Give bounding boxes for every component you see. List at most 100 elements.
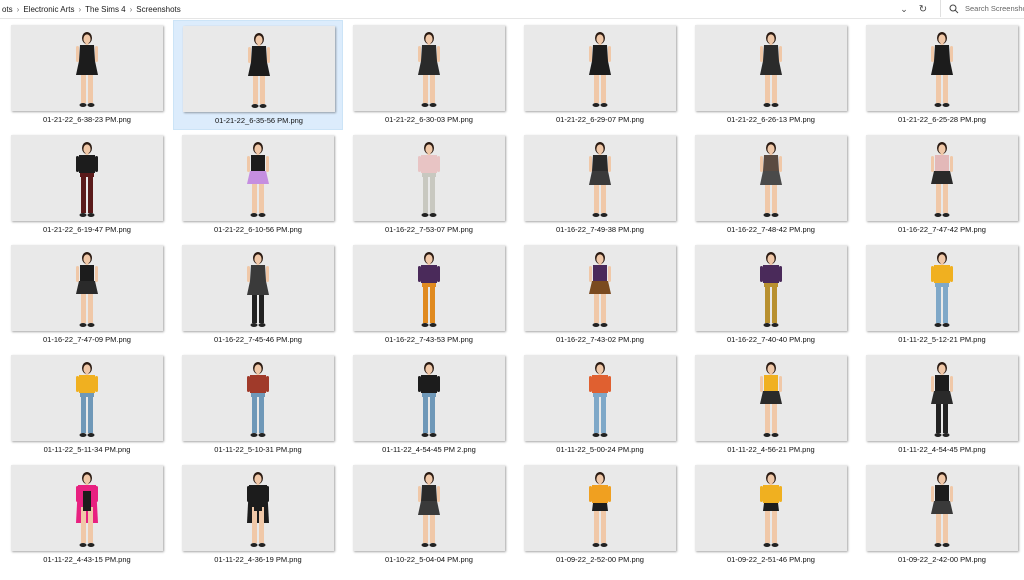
- file-item[interactable]: 01-16-22_7-47-42 PM.png: [857, 130, 1024, 240]
- breadcrumb-item-root[interactable]: ots: [0, 5, 15, 14]
- file-item[interactable]: 01-16-22_7-49-38 PM.png: [515, 130, 685, 240]
- file-thumbnail: [695, 465, 847, 551]
- sim-figure-image: [760, 362, 782, 437]
- file-item[interactable]: 01-21-22_6-38-23 PM.png: [2, 20, 172, 130]
- file-name-label: 01-11-22_4-54-45 PM.png: [898, 445, 986, 454]
- sim-figure-image: [247, 362, 269, 437]
- file-thumbnail: [524, 465, 676, 551]
- file-name-label: 01-11-22_5-00-24 PM.png: [556, 445, 644, 454]
- file-thumbnail: [11, 135, 163, 221]
- file-name-label: 01-10-22_5-04-04 PM.png: [385, 555, 473, 564]
- file-name-label: 01-16-22_7-45-46 PM.png: [214, 335, 302, 344]
- breadcrumb-item-the-sims-4[interactable]: The Sims 4: [83, 5, 127, 14]
- sim-figure-image: [931, 362, 953, 437]
- file-thumbnail: [524, 355, 676, 441]
- chevron-down-icon[interactable]: ⌄: [896, 1, 912, 17]
- file-thumbnail: [182, 355, 334, 441]
- sim-figure-image: [589, 142, 611, 217]
- file-thumbnail: [524, 245, 676, 331]
- file-name-label: 01-16-22_7-40-40 PM.png: [727, 335, 815, 344]
- file-name-label: 01-11-22_4-36-19 PM.png: [214, 555, 302, 564]
- file-name-label: 01-16-22_7-43-53 PM.png: [385, 335, 473, 344]
- file-thumbnail: [182, 135, 334, 221]
- file-name-label: 01-11-22_4-56-21 PM.png: [727, 445, 815, 454]
- file-item[interactable]: 01-09-22_2-42-00 PM.png: [857, 460, 1024, 570]
- sim-figure-image: [418, 472, 440, 547]
- file-thumbnail: [11, 355, 163, 441]
- file-thumbnail: [11, 245, 163, 331]
- file-thumbnail: [695, 25, 847, 111]
- sim-figure-image: [931, 142, 953, 217]
- file-item[interactable]: 01-16-22_7-43-53 PM.png: [344, 240, 514, 350]
- sim-figure-image: [589, 252, 611, 327]
- file-name-label: 01-16-22_7-53-07 PM.png: [385, 225, 473, 234]
- sim-figure-image: [418, 32, 440, 107]
- search-input[interactable]: [965, 4, 1024, 13]
- file-item[interactable]: 01-09-22_2-52-00 PM.png: [515, 460, 685, 570]
- sim-figure-image: [247, 472, 269, 547]
- file-name-label: 01-11-22_4-43-15 PM.png: [43, 555, 131, 564]
- file-item[interactable]: 01-21-22_6-10-56 PM.png: [173, 130, 343, 240]
- file-item[interactable]: 01-21-22_6-35-56 PM.png: [173, 20, 343, 130]
- file-name-label: 01-11-22_5-11-34 PM.png: [43, 445, 131, 454]
- breadcrumb-item-electronic-arts[interactable]: Electronic Arts: [21, 5, 76, 14]
- sim-figure-image: [76, 142, 98, 217]
- sim-figure-image: [418, 252, 440, 327]
- sim-figure-image: [76, 472, 98, 547]
- file-item[interactable]: 01-11-22_5-00-24 PM.png: [515, 350, 685, 460]
- file-name-label: 01-16-22_7-48-42 PM.png: [727, 225, 815, 234]
- file-name-label: 01-16-22_7-49-38 PM.png: [556, 225, 644, 234]
- file-thumbnail: [353, 245, 505, 331]
- file-item[interactable]: 01-10-22_5-04-04 PM.png: [344, 460, 514, 570]
- file-item[interactable]: 01-21-22_6-29-07 PM.png: [515, 20, 685, 130]
- file-item[interactable]: 01-09-22_2-51-46 PM.png: [686, 460, 856, 570]
- file-name-label: 01-21-22_6-19-47 PM.png: [43, 225, 131, 234]
- file-item[interactable]: 01-11-22_5-10-31 PM.png: [173, 350, 343, 460]
- file-item[interactable]: 01-16-22_7-45-46 PM.png: [173, 240, 343, 350]
- refresh-icon[interactable]: ↻: [915, 1, 931, 17]
- file-item[interactable]: 01-11-22_5-12-21 PM.png: [857, 240, 1024, 350]
- file-item[interactable]: 01-11-22_4-56-21 PM.png: [686, 350, 856, 460]
- chevron-right-icon[interactable]: ›: [76, 5, 83, 14]
- file-name-label: 01-21-22_6-25-28 PM.png: [898, 115, 986, 124]
- sim-figure-image: [760, 142, 782, 217]
- file-item[interactable]: 01-16-22_7-40-40 PM.png: [686, 240, 856, 350]
- sim-figure-image: [418, 142, 440, 217]
- file-item[interactable]: 01-21-22_6-19-47 PM.png: [2, 130, 172, 240]
- search-box[interactable]: [940, 0, 1024, 17]
- file-item[interactable]: 01-11-22_5-11-34 PM.png: [2, 350, 172, 460]
- chevron-right-icon[interactable]: ›: [15, 5, 22, 14]
- file-name-label: 01-21-22_6-30-03 PM.png: [385, 115, 473, 124]
- file-item[interactable]: 01-16-22_7-43-02 PM.png: [515, 240, 685, 350]
- sim-figure-image: [589, 362, 611, 437]
- file-name-label: 01-09-22_2-42-00 PM.png: [898, 555, 986, 564]
- file-name-label: 01-09-22_2-51-46 PM.png: [727, 555, 815, 564]
- file-item[interactable]: 01-11-22_4-36-19 PM.png: [173, 460, 343, 570]
- file-item[interactable]: 01-11-22_4-43-15 PM.png: [2, 460, 172, 570]
- file-thumbnail: [695, 245, 847, 331]
- file-item[interactable]: 01-11-22_4-54-45 PM.png: [857, 350, 1024, 460]
- file-item[interactable]: 01-21-22_6-25-28 PM.png: [857, 20, 1024, 130]
- file-thumbnail: [11, 25, 163, 111]
- sim-figure-image: [931, 32, 953, 107]
- file-name-label: 01-21-22_6-10-56 PM.png: [214, 225, 302, 234]
- file-name-label: 01-16-22_7-47-09 PM.png: [43, 335, 131, 344]
- address-bar: ots › Electronic Arts › The Sims 4 › Scr…: [0, 0, 1024, 19]
- file-item[interactable]: 01-16-22_7-47-09 PM.png: [2, 240, 172, 350]
- sim-figure-image: [76, 252, 98, 327]
- file-item[interactable]: 01-21-22_6-26-13 PM.png: [686, 20, 856, 130]
- file-thumbnail: [353, 135, 505, 221]
- file-item[interactable]: 01-11-22_4-54-45 PM 2.png: [344, 350, 514, 460]
- sim-figure-image: [589, 472, 611, 547]
- file-name-label: 01-21-22_6-29-07 PM.png: [556, 115, 644, 124]
- sim-figure-image: [247, 142, 269, 217]
- file-thumbnail: [183, 26, 335, 112]
- file-item[interactable]: 01-16-22_7-48-42 PM.png: [686, 130, 856, 240]
- file-item[interactable]: 01-21-22_6-30-03 PM.png: [344, 20, 514, 130]
- file-thumbnail: [182, 465, 334, 551]
- file-item[interactable]: 01-16-22_7-53-07 PM.png: [344, 130, 514, 240]
- chevron-right-icon[interactable]: ›: [128, 5, 135, 14]
- breadcrumb-item-screenshots[interactable]: Screenshots: [134, 5, 182, 14]
- file-name-label: 01-11-22_5-12-21 PM.png: [898, 335, 986, 344]
- breadcrumb: ots › Electronic Arts › The Sims 4 › Scr…: [0, 0, 183, 18]
